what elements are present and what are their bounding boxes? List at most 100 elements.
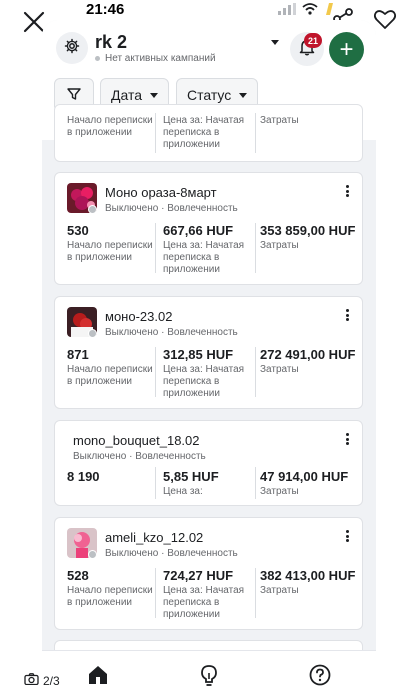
campaign-name[interactable]: mono_bouquet_18.02 — [73, 433, 200, 448]
metric-spend: 272 491,00 HUF Затраты — [260, 347, 360, 376]
lightbulb-icon[interactable] — [197, 663, 221, 687]
account-name[interactable]: rk 2 — [95, 32, 127, 53]
metric-cost-per-result: 5,85 HUF Цена за: — [163, 469, 255, 498]
metric-cost-per-result: Цена за: Начатая переписка в приложении — [163, 115, 255, 151]
metric-spend: 353 859,00 HUF Затраты — [260, 223, 360, 252]
more-vertical-icon[interactable] — [340, 183, 354, 199]
campaign-status: Выключено · Вовлеченность — [73, 451, 206, 462]
metric-label: Затраты — [260, 115, 299, 126]
status-dot — [95, 56, 100, 61]
add-campaign-button[interactable]: + — [329, 32, 364, 67]
metric-value: 272 491,00 HUF — [260, 347, 356, 362]
objective-text: Вовлеченность — [167, 548, 238, 559]
account-status: Нет активных кампаний — [95, 53, 216, 64]
metric-label: Затраты — [260, 585, 299, 596]
metric-spend: 47 914,00 HUF Затраты — [260, 469, 360, 498]
status-text: Выключено — [105, 548, 159, 559]
metric-conversations: 530 Начало переписки в приложении — [67, 223, 155, 264]
wifi-icon — [302, 2, 318, 20]
campaign-status: Выключено · Вовлеченность — [105, 327, 238, 338]
metric-cost-per-result: 312,85 HUF Цена за: Начатая переписка в … — [163, 347, 255, 400]
campaign-card[interactable]: моно-23.02 Выключено · Вовлеченность 871… — [54, 296, 363, 409]
metric-value: 5,85 HUF — [163, 469, 219, 484]
metric-value: 353 859,00 HUF — [260, 223, 356, 238]
app-screen: rk 2 Нет активных кампаний 21 + Дата Ста… — [42, 20, 376, 699]
more-vertical-icon[interactable] — [340, 307, 354, 323]
metric-value: 667,66 HUF — [163, 223, 234, 238]
metric-label: Цена за: Начатая переписка в приложении — [163, 240, 245, 275]
metric-cost-per-result: 667,66 HUF Цена за: Начатая переписка в … — [163, 223, 255, 276]
status-dot — [88, 550, 97, 559]
divider — [155, 113, 156, 153]
bottom-navigation — [42, 650, 376, 699]
divider — [255, 467, 256, 499]
metric-label: Затраты — [260, 486, 299, 497]
metric-label: Цена за: Начатая переписка в приложении — [163, 115, 245, 150]
chevron-down-icon — [150, 92, 159, 98]
status-bar-icons — [278, 2, 334, 20]
chevron-down-icon — [239, 92, 248, 98]
metric-value: 312,85 HUF — [163, 347, 234, 362]
status-text: Выключено — [73, 451, 127, 462]
more-vertical-icon[interactable] — [340, 431, 354, 447]
metric-conversations: 528 Начало переписки в приложении — [67, 568, 155, 609]
notification-count-badge: 21 — [304, 33, 322, 48]
divider — [155, 568, 156, 618]
metric-conversations: 871 Начало переписки в приложении — [67, 347, 155, 388]
campaign-status: Выключено · Вовлеченность — [105, 203, 238, 214]
gear-icon — [64, 38, 80, 59]
metric-label: Затраты — [260, 240, 299, 251]
metric-value: 47 914,00 HUF — [260, 469, 349, 484]
metric-label: Цена за: Начатая переписка в приложении — [163, 585, 245, 620]
divider — [155, 223, 156, 273]
account-switch-chevron-icon[interactable] — [271, 40, 279, 45]
metric-conversations: Начало переписки в приложении — [67, 115, 155, 139]
page-counter-text: 2/3 — [43, 673, 60, 688]
metric-value: 528 — [67, 568, 89, 583]
metric-cost-per-result: 724,27 HUF Цена за: Начатая переписка в … — [163, 568, 255, 621]
metric-value: 871 — [67, 347, 89, 362]
metric-label: Начало переписки в приложении — [67, 240, 153, 263]
photo-page-counter: 2/3 — [24, 673, 60, 688]
account-settings-button[interactable] — [56, 32, 88, 64]
status-dot — [88, 205, 97, 214]
status-text: Выключено — [105, 203, 159, 214]
metric-spend: 382 413,00 HUF Затраты — [260, 568, 360, 597]
metric-label: Цена за: Начатая переписка в приложении — [163, 364, 245, 399]
more-vertical-icon[interactable] — [340, 528, 354, 544]
metric-spend: Затраты — [260, 115, 360, 127]
divider — [255, 113, 256, 153]
campaign-name[interactable]: ameli_kzo_12.02 — [105, 530, 203, 545]
help-icon[interactable] — [308, 663, 332, 687]
campaign-card[interactable]: mono_bouquet_18.02 Выключено · Вовлеченн… — [54, 420, 363, 506]
status-text: Выключено — [105, 327, 159, 338]
metric-value: 8 190 — [67, 469, 100, 484]
divider — [155, 347, 156, 397]
metric-label: Затраты — [260, 364, 299, 375]
campaign-status: Выключено · Вовлеченность — [105, 548, 238, 559]
camera-icon — [24, 673, 39, 688]
metric-label: Цена за: — [163, 486, 203, 497]
metric-value: 382 413,00 HUF — [260, 568, 356, 583]
metric-label: Начало переписки в приложении — [67, 364, 153, 387]
metric-value: 530 — [67, 223, 89, 238]
campaign-card[interactable]: Моно ораза-8март Выключено · Вовлеченнос… — [54, 172, 363, 285]
objective-text: Вовлеченность — [167, 327, 238, 338]
campaign-card[interactable]: ameli_kzo_12.02 Выключено · Вовлеченност… — [54, 517, 363, 630]
status-dot — [88, 329, 97, 338]
status-filter-label: Статус — [187, 87, 232, 103]
objective-text: Вовлеченность — [167, 203, 238, 214]
filter-icon — [67, 87, 81, 104]
signal-icon — [278, 2, 296, 20]
account-status-text: Нет активных кампаний — [105, 53, 216, 64]
metric-label: Начало переписки в приложении — [67, 115, 153, 138]
status-bar-time: 21:46 — [86, 1, 125, 18]
campaign-name[interactable]: моно-23.02 — [105, 309, 172, 324]
divider — [255, 223, 256, 273]
metric-conversations: 8 190 — [67, 469, 155, 486]
metric-label: Начало переписки в приложении — [67, 585, 153, 608]
campaign-name[interactable]: Моно ораза-8март — [105, 185, 217, 200]
date-filter-label: Дата — [111, 87, 143, 103]
campaign-card-partial[interactable]: Начало переписки в приложении Цена за: Н… — [54, 104, 363, 162]
home-icon[interactable] — [86, 663, 110, 687]
